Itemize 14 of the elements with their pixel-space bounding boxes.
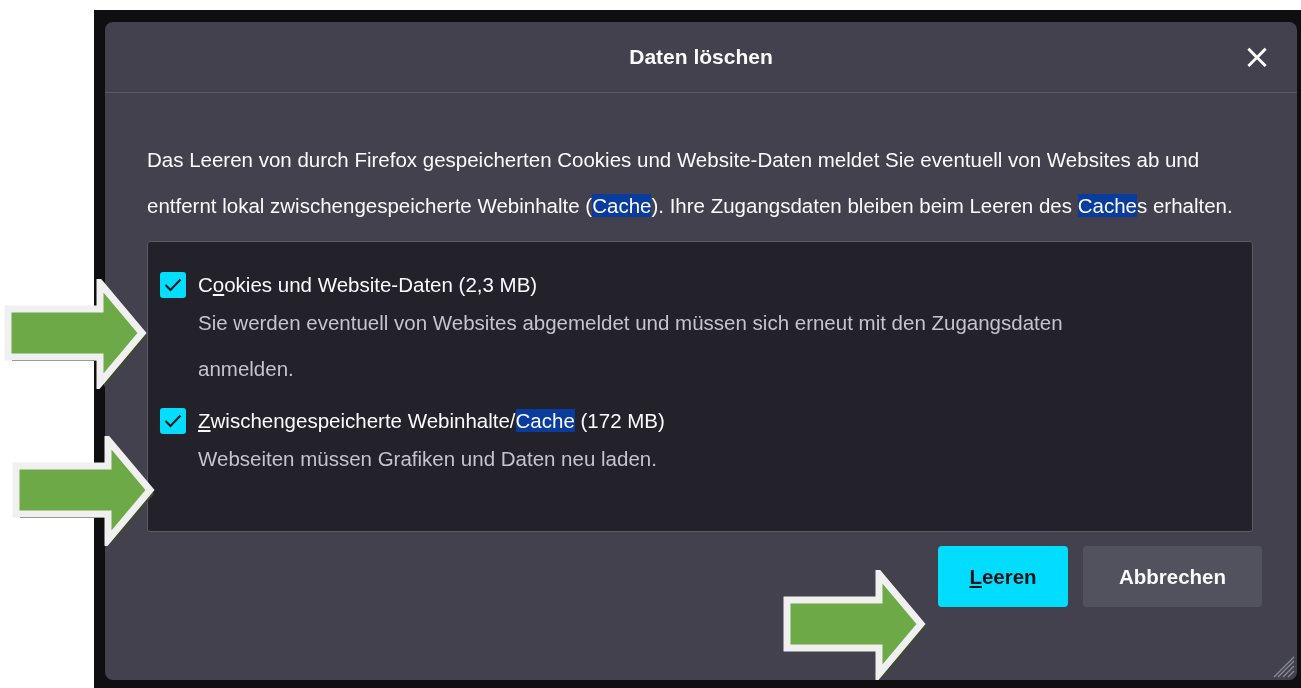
- check-icon: [164, 414, 182, 428]
- clear-button[interactable]: Leeren: [938, 546, 1068, 607]
- dialog-title: Daten löschen: [629, 45, 773, 69]
- checkbox-label[interactable]: Zwischengespeicherte Webinhalte/Cache (172 MB): [198, 406, 1240, 436]
- resize-grip-icon[interactable]: [1273, 656, 1295, 678]
- intro-text: Das Leeren von durch Firefox gespeicherten Cookies und Website-Daten meldet Sie eventuell von Websites ab und entfernt lokal zwischengespeicherte Webinhalte (Cache). Ihre Zugangsdaten bleiben beim Leeren des Caches erhalten.: [147, 147, 1234, 219]
- checkbox-label[interactable]: Cookies und Website-Daten (2,3 MB): [198, 270, 1240, 300]
- option-description: Sie werden eventuell von Websites abgemeldet und müssen sich erneut mit den Zugangsdaten anmelden.: [198, 310, 1064, 382]
- checkbox[interactable]: [160, 272, 186, 298]
- checkbox[interactable]: [160, 408, 186, 434]
- cancel-button[interactable]: Abbrechen: [1083, 546, 1262, 607]
- option-description: Webseiten müssen Grafiken und Daten neu laden.: [198, 446, 658, 472]
- close-button[interactable]: ×: [1239, 38, 1275, 74]
- check-icon: [164, 278, 182, 292]
